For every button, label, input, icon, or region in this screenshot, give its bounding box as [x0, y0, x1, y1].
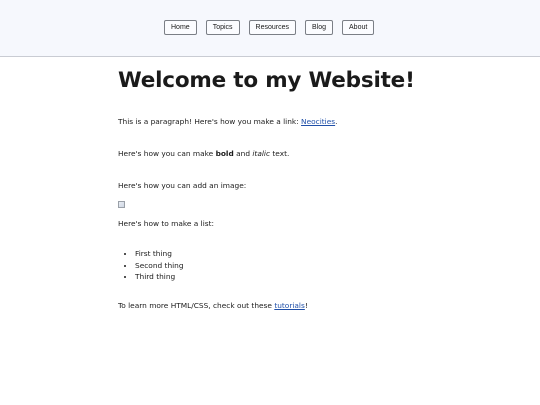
nav-topics-button[interactable]: Topics	[205, 20, 240, 35]
tutorials-link[interactable]: tutorials	[274, 301, 305, 310]
header-bar: Home Topics Resources Blog About	[0, 0, 540, 57]
nav-blog-button[interactable]: Blog	[305, 20, 334, 35]
nav-about-button[interactable]: About	[342, 20, 375, 35]
page-title: Welcome to my Website!	[118, 68, 415, 93]
list-item: First thing	[135, 248, 184, 260]
paragraph-punct: .	[335, 117, 338, 126]
paragraph-text: and	[233, 149, 253, 158]
paragraph-text: text.	[270, 149, 290, 158]
paragraph-formatting-example: Here's how you can make bold and italic …	[118, 149, 289, 159]
list-item: Second thing	[135, 260, 184, 272]
bold-text: bold	[215, 149, 234, 158]
paragraph-list-intro: Here's how to make a list:	[118, 219, 214, 228]
italic-text: italic	[252, 149, 271, 158]
paragraph-text: Here's how you can make	[118, 149, 216, 158]
example-list: First thing Second thing Third thing	[118, 248, 184, 283]
paragraph-image-intro: Here's how you can add an image:	[118, 181, 247, 190]
paragraph-tutorials: To learn more HTML/CSS, check out these …	[118, 301, 308, 311]
paragraph-text: This is a paragraph! Here's how you make…	[118, 117, 302, 126]
list-item: Third thing	[135, 271, 184, 283]
nav-resources-button[interactable]: Resources	[248, 20, 296, 35]
paragraph-text: To learn more HTML/CSS, check out these	[118, 301, 275, 310]
nav-home-button[interactable]: Home	[164, 20, 197, 35]
neocities-link[interactable]: Neocities	[301, 117, 335, 126]
paragraph-link-example: This is a paragraph! Here's how you make…	[118, 117, 337, 127]
main-nav: Home Topics Resources Blog About	[164, 20, 375, 35]
paragraph-punct: !	[304, 301, 308, 310]
broken-image-icon	[118, 201, 125, 208]
